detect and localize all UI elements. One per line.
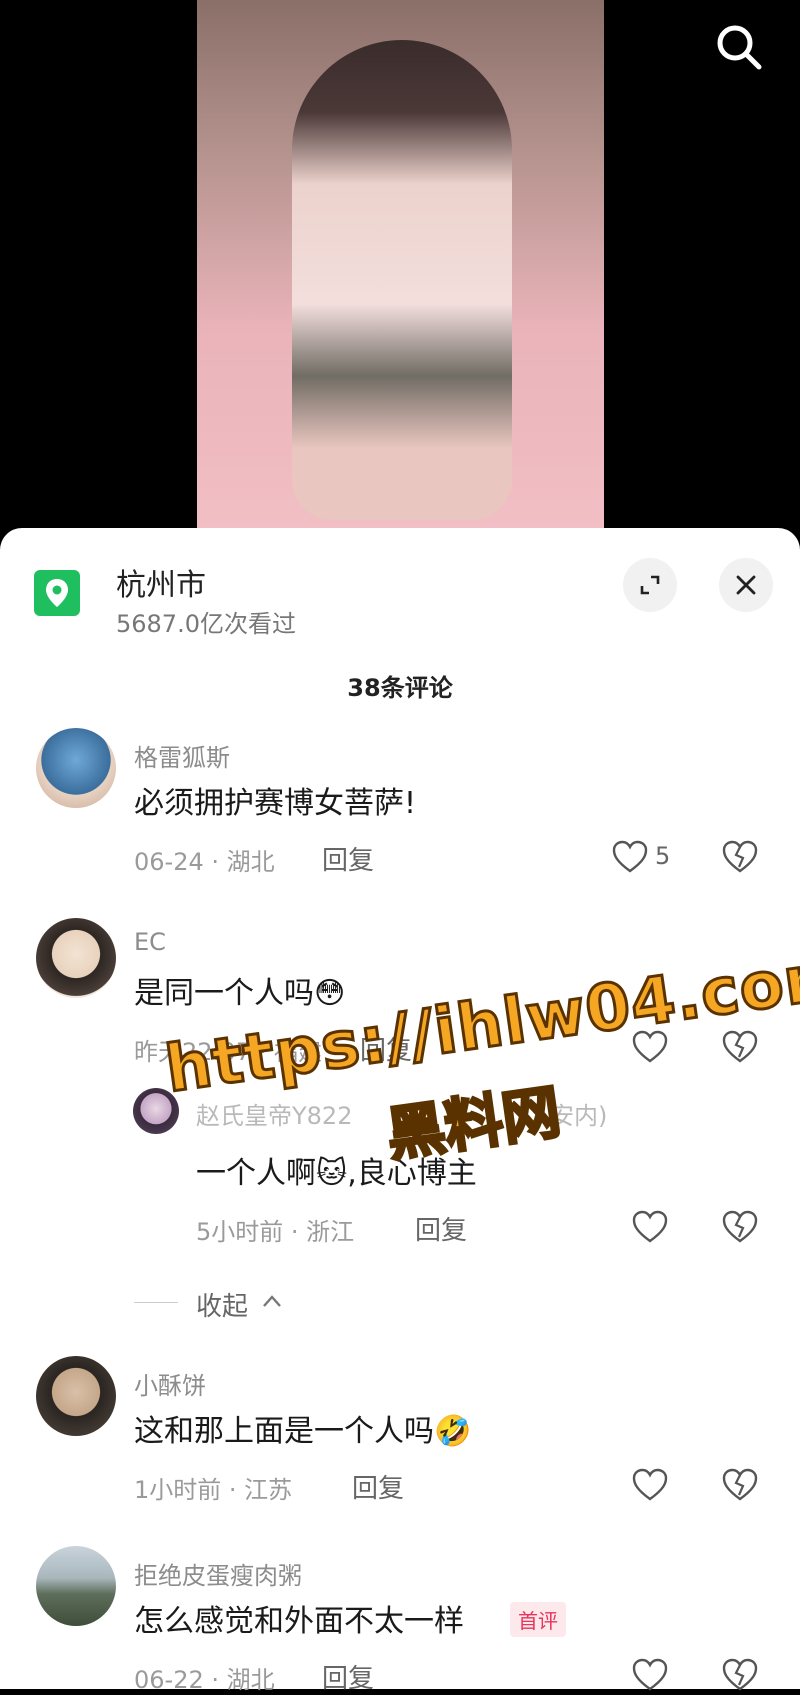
search-icon: [717, 25, 762, 70]
like-count: 5: [655, 842, 671, 870]
broken-heart-icon[interactable]: [722, 1658, 758, 1692]
comment-username[interactable]: 格雷狐斯: [134, 738, 230, 773]
avatar[interactable]: [133, 1088, 179, 1134]
broken-heart-icon[interactable]: [722, 1030, 758, 1064]
broken-heart-icon[interactable]: [722, 840, 758, 874]
comment-username[interactable]: 赵氏皇帝Y822: [196, 1096, 352, 1131]
comment-sheet: 杭州市 5687.0亿次看过 38条评论 格雷狐斯 必须拥护赛博女菩萨! 06-…: [0, 528, 800, 1694]
avatar[interactable]: [36, 1546, 116, 1626]
comment-meta: 5小时前 · 浙江: [196, 1218, 355, 1246]
video-player[interactable]: [0, 0, 800, 545]
search-button[interactable]: [714, 22, 764, 72]
comment-text: 怎么感觉和外面不太一样: [134, 1604, 464, 1639]
divider: [134, 1302, 178, 1303]
first-comment-badge: 首评: [510, 1602, 566, 1637]
comment-username[interactable]: 小酥饼: [134, 1366, 206, 1401]
reply-button[interactable]: 回复: [360, 1030, 412, 1067]
video-frame[interactable]: [197, 0, 604, 545]
heart-icon[interactable]: [632, 1658, 668, 1692]
comment-text: 必须拥护赛博女菩萨!: [134, 786, 417, 821]
broken-heart-icon[interactable]: [722, 1468, 758, 1502]
comment-meta: 昨天22:07 · 福建: [134, 1038, 323, 1066]
heart-icon[interactable]: [612, 840, 648, 874]
comment-meta: 06-22 · 湖北: [134, 1666, 275, 1694]
avatar[interactable]: [36, 1356, 116, 1436]
location-title[interactable]: 杭州市: [116, 560, 206, 604]
heart-icon[interactable]: [632, 1468, 668, 1502]
collapse-label[interactable]: 收起: [196, 1286, 248, 1323]
reply-button[interactable]: 回复: [322, 840, 374, 877]
comment-username[interactable]: EC: [134, 928, 166, 956]
comment-text: 这和那上面是一个人吗🤣: [134, 1414, 472, 1449]
comment-meta: 06-24 · 湖北: [134, 848, 275, 876]
comment-text: 是同一个人吗😳: [134, 976, 346, 1011]
close-button[interactable]: [719, 558, 773, 612]
location-pin-icon[interactable]: [34, 570, 80, 616]
heart-icon[interactable]: [632, 1030, 668, 1064]
close-icon: [736, 575, 756, 595]
expand-button[interactable]: [623, 558, 677, 612]
comment-count: 38条评论: [347, 674, 453, 702]
avatar[interactable]: [36, 728, 116, 808]
comment-username[interactable]: 拒绝皮蛋瘦肉粥: [134, 1556, 302, 1591]
reply-button[interactable]: 回复: [352, 1468, 404, 1505]
location-views: 5687.0亿次看过: [116, 610, 296, 638]
heart-icon[interactable]: [632, 1210, 668, 1244]
video-subject: [292, 40, 512, 520]
reply-button[interactable]: 回复: [415, 1210, 467, 1247]
broken-heart-icon[interactable]: [722, 1210, 758, 1244]
chevron-up-icon: [263, 1295, 281, 1307]
reply-button[interactable]: 回复: [322, 1658, 374, 1695]
comment-username-suffix: 安内): [550, 1102, 608, 1130]
avatar[interactable]: [36, 918, 116, 998]
collapse-replies[interactable]: 收起: [0, 1284, 800, 1324]
comment-text: 一个人啊🐱,良心博主: [196, 1156, 477, 1191]
expand-icon: [640, 575, 660, 595]
comment-meta: 1小时前 · 江苏: [134, 1476, 293, 1504]
